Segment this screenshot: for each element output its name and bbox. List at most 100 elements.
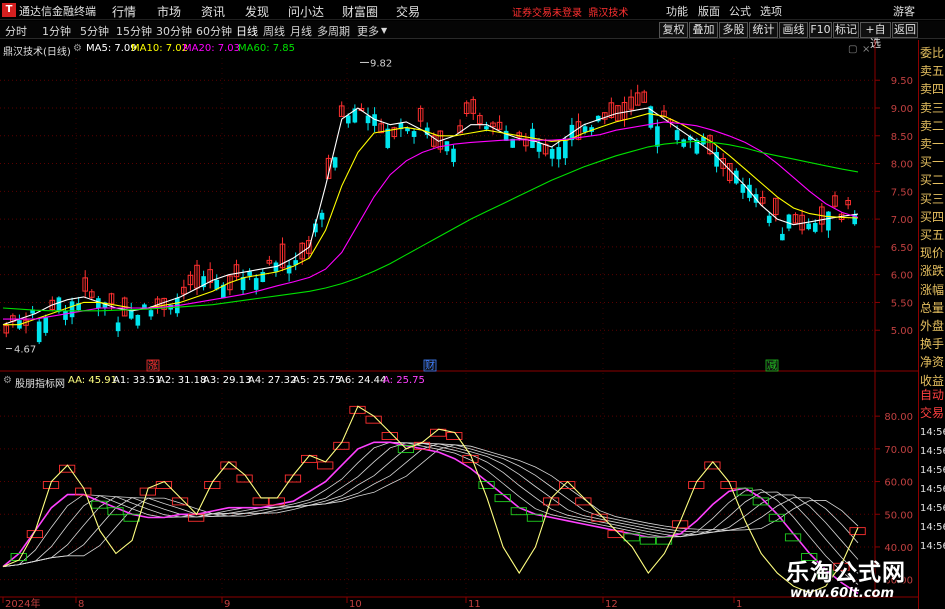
event-marker-label: 财 <box>425 359 435 372</box>
x-tick-label: 2024年 <box>5 597 40 609</box>
trade-time: 14:56 <box>920 541 945 552</box>
candle-body <box>806 223 811 230</box>
candle-body <box>63 310 68 320</box>
side-panel-item[interactable]: 换手 <box>920 337 945 351</box>
gear-icon[interactable]: ⚙ <box>3 375 12 386</box>
candle-body <box>451 148 456 163</box>
side-panel-item[interactable]: 涨幅 <box>920 283 945 297</box>
x-tick-label: 10 <box>349 599 362 609</box>
indicator-name[interactable]: 股朋指标网 <box>15 375 65 390</box>
candle-body <box>253 278 259 290</box>
candle-body <box>655 126 660 147</box>
candle-body <box>563 140 568 159</box>
band-line <box>2 442 859 567</box>
candle-body <box>247 271 252 276</box>
step-box <box>720 481 737 490</box>
step-box <box>107 507 124 516</box>
side-panel-item[interactable]: 委比 <box>920 46 945 60</box>
candle-body <box>556 147 562 160</box>
step-box <box>639 536 656 545</box>
side-panel-item[interactable]: 自动 <box>920 388 945 402</box>
trade-time: 14:56 <box>920 446 945 457</box>
step-box <box>252 497 269 506</box>
candle-body <box>36 321 42 343</box>
x-tick-label: 1 <box>736 599 742 609</box>
high-label: 9.82 <box>370 58 392 69</box>
step-box <box>381 432 398 440</box>
candle-body <box>484 126 489 130</box>
candle-body <box>385 128 391 148</box>
side-panel-item[interactable]: 外盘 <box>920 319 945 333</box>
x-tick-label: 9 <box>224 599 230 609</box>
watermark: 乐淘公式网 www.60lt.com <box>776 553 916 607</box>
step-box <box>155 481 173 490</box>
candle-body <box>766 215 772 223</box>
side-panel-item[interactable]: 卖五 <box>920 64 945 78</box>
watermark-title: 乐淘公式网 <box>786 560 906 586</box>
candle-body <box>411 131 417 137</box>
side-panel-item[interactable]: 卖三 <box>920 101 945 115</box>
side-panel-item[interactable]: 涨跌 <box>920 264 945 278</box>
band-line <box>2 443 859 567</box>
band-line <box>2 444 859 567</box>
indicator-a-label: A: 25.75 <box>383 375 425 386</box>
side-panel-item[interactable]: 买一 <box>920 155 945 169</box>
candle-body <box>786 214 792 229</box>
step-box <box>317 461 334 470</box>
candlestick-series <box>3 84 858 345</box>
candle-body <box>135 314 141 326</box>
side-panel-item[interactable]: 收益 <box>920 374 945 388</box>
step-box <box>462 454 479 463</box>
trade-time: 14:56 <box>920 522 945 533</box>
indicator-line-a <box>2 441 859 595</box>
candle-body <box>260 271 266 282</box>
candle-body <box>345 115 351 124</box>
side-panel-item[interactable]: 卖一 <box>920 137 945 151</box>
candle-body <box>69 301 75 318</box>
indicator-a5-label: A5: 25.75 <box>293 375 342 386</box>
side-panel-item[interactable]: 买五 <box>920 228 945 242</box>
side-panel-item[interactable]: 卖二 <box>920 119 945 133</box>
price-tick-label: 9.50 <box>891 76 913 87</box>
indicator-series <box>2 405 866 595</box>
ma-line-ma5 <box>2 107 859 326</box>
side-panel-item[interactable]: 买三 <box>920 192 945 206</box>
side-panel-item[interactable]: 买四 <box>920 210 945 224</box>
candle-body <box>674 130 680 141</box>
chart-canvas[interactable]: 9.50 9.00 8.50 8.00 7.50 7.00 6.50 6.00 5.50 5.00… <box>0 0 918 609</box>
band-line <box>2 441 859 594</box>
ma-lines <box>2 107 859 326</box>
candle-body <box>43 317 49 333</box>
candle-body <box>582 126 588 133</box>
candle-body <box>332 157 338 168</box>
candle-body <box>286 265 292 274</box>
price-tick-label: 5.50 <box>891 298 913 309</box>
side-panel-item[interactable]: 现价 <box>920 246 945 260</box>
x-tick-label: 12 <box>605 599 618 609</box>
indicator-a4-label: A4: 27.32 <box>248 375 297 386</box>
side-panel-item[interactable]: 交易 <box>920 406 945 420</box>
price-tick-label: 7.00 <box>891 215 913 226</box>
step-box <box>365 415 382 424</box>
watermark-url: www.60lt.com <box>790 586 895 601</box>
restore-icon: ▢ <box>848 44 857 55</box>
candle-body <box>536 142 542 152</box>
candle-body <box>812 222 818 232</box>
indicator-a3-label: A3: 29.13 <box>203 375 252 386</box>
indicator-tick-label: 50.00 <box>884 510 913 521</box>
price-tick-label: 8.50 <box>891 132 913 143</box>
indicator-a1-label: A1: 33.51 <box>113 375 162 386</box>
candle-body <box>115 322 121 332</box>
side-panel-item[interactable]: 卖四 <box>920 82 945 96</box>
trade-time: 14:56 <box>920 484 945 495</box>
candle-body <box>681 139 687 147</box>
candle-body <box>503 130 509 141</box>
side-panel-item[interactable]: 买二 <box>920 173 945 187</box>
side-panel-item[interactable]: 净资 <box>920 355 945 369</box>
indicator-tick-label: 80.00 <box>884 412 913 423</box>
ma-line-ma20 <box>3 121 859 320</box>
event-marker-label: 涨 <box>148 360 158 372</box>
indicator-a6-label: A6: 24.44 <box>338 375 387 386</box>
candle-body <box>56 297 62 312</box>
side-panel-item[interactable]: 总量 <box>920 301 945 315</box>
